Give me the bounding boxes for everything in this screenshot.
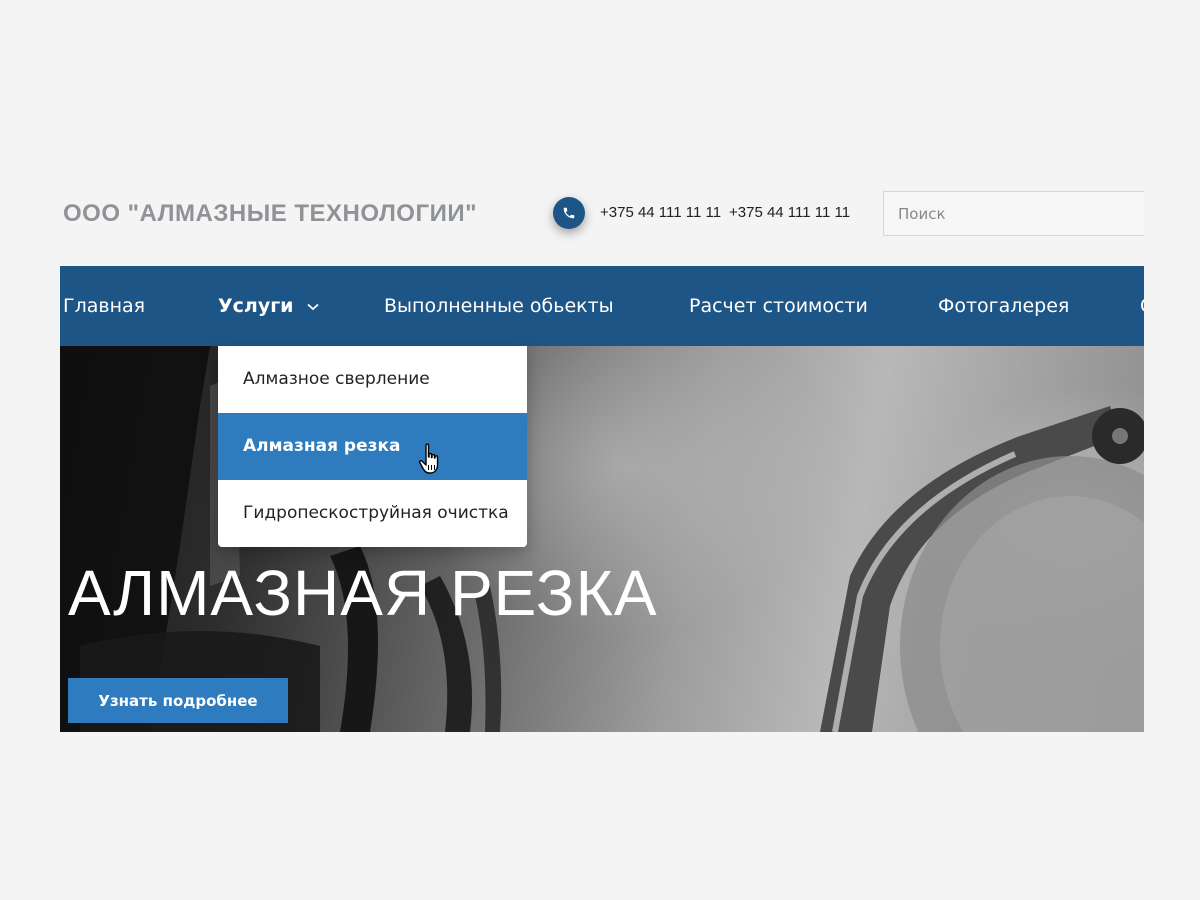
nav-item-home[interactable]: Главная [63,266,145,346]
dropdown-item-diamond-cutting[interactable]: Алмазная резка [218,413,527,480]
nav-item-cost-calculation[interactable]: Расчет стоимости [689,266,868,346]
phone-glyph [563,207,575,219]
nav-item-label: Услуги [218,295,294,317]
nav-item-photo-gallery[interactable]: Фотогалерея [938,266,1069,346]
nav-item-label: Главная [63,295,146,317]
brand-logo-text[interactable]: ООО "АЛМАЗНЫЕ ТЕХНОЛОГИИ" [63,200,477,228]
dropdown-item-diamond-drilling[interactable]: Алмазное сверление [218,346,527,413]
nav-item-label: Выполненные обьекты [384,295,614,317]
services-dropdown-menu: Алмазное сверление Алмазная резка Гидроп… [218,346,527,547]
nav-item-completed-objects[interactable]: Выполненные обьекты [384,266,614,346]
hero-title: АЛМАЗНАЯ РЕЗКА [68,557,658,629]
learn-more-button[interactable]: Узнать подробнее [68,678,288,723]
nav-item-label: С [1140,295,1144,317]
nav-item-services[interactable]: Услуги [218,266,319,346]
search-input[interactable] [884,192,1144,235]
hand-pointer-cursor-icon [418,443,444,479]
phone-number-2[interactable]: +375 44 111 11 11 [729,204,850,221]
dropdown-item-sandblasting[interactable]: Гидропескоструйная очистка [218,480,527,547]
phone-number-1[interactable]: +375 44 111 11 11 [600,204,721,221]
nav-item-contacts[interactable]: С [1140,266,1144,346]
search-box[interactable] [883,191,1144,236]
nav-item-label: Расчет стоимости [689,295,868,317]
chevron-down-icon [307,266,319,345]
phone-icon [553,197,585,229]
main-nav: Главная Услуги Выполненные обьекты Расче… [60,266,1144,346]
nav-item-label: Фотогалерея [938,295,1070,317]
